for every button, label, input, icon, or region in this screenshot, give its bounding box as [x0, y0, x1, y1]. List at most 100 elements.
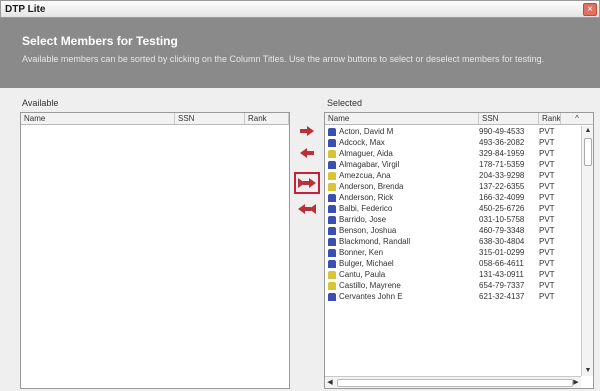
- member-name: Balbi, Federico: [339, 204, 393, 213]
- member-icon: [328, 149, 336, 158]
- member-rank: PVT: [539, 182, 555, 191]
- member-icon: [328, 248, 336, 257]
- available-col-rank[interactable]: Rank: [245, 113, 289, 124]
- arrow-right-icon: [300, 126, 314, 136]
- member-icon: [328, 193, 336, 202]
- selected-col-name[interactable]: Name: [325, 113, 479, 124]
- member-name: Acton, David M: [339, 127, 394, 136]
- table-row[interactable]: Benson, Joshua 460-79-3348 PVT: [325, 225, 581, 236]
- member-icon: [328, 226, 336, 235]
- scroll-thumb[interactable]: [584, 138, 592, 166]
- add-all-button[interactable]: [294, 172, 320, 194]
- remove-all-button[interactable]: [294, 198, 320, 220]
- member-name: Anderson, Brenda: [339, 182, 404, 191]
- table-row[interactable]: Adcock, Max 493-36-2082 PVT: [325, 137, 581, 148]
- member-name: Castillo, Mayrene: [339, 281, 401, 290]
- member-icon: [328, 270, 336, 279]
- member-ssn: 450-25-6726: [479, 204, 525, 213]
- member-name: Cantu, Paula: [339, 270, 386, 279]
- member-ssn: 329-84-1959: [479, 149, 525, 158]
- title-bar: DTP Lite ×: [0, 0, 600, 18]
- table-row[interactable]: Castillo, Mayrene 654-79-7337 PVT: [325, 280, 581, 291]
- table-row[interactable]: Anderson, Rick 166-32-4099 PVT: [325, 192, 581, 203]
- member-selection-area: Available Name SSN Rank Selected Name SS…: [0, 88, 600, 391]
- table-row[interactable]: Cervantes John E 621-32-4137 PVT: [325, 291, 581, 302]
- member-rank: PVT: [539, 204, 555, 213]
- member-rank: PVT: [539, 226, 555, 235]
- member-rank: PVT: [539, 127, 555, 136]
- member-rank: PVT: [539, 149, 555, 158]
- member-icon: [328, 182, 336, 191]
- table-row[interactable]: Bulger, Michael 058-66-4611 PVT: [325, 258, 581, 269]
- add-one-button[interactable]: [294, 120, 320, 142]
- selected-col-ssn[interactable]: SSN: [479, 113, 539, 124]
- column-scroll-up-icon[interactable]: ^: [561, 113, 593, 124]
- scroll-down-arrow-icon[interactable]: ▼: [583, 366, 593, 376]
- available-col-ssn[interactable]: SSN: [175, 113, 245, 124]
- table-row[interactable]: Bonner, Ken 315-01-0299 PVT: [325, 247, 581, 258]
- member-name: Anderson, Rick: [339, 193, 394, 202]
- remove-one-button[interactable]: [294, 142, 320, 164]
- member-name: Adcock, Max: [339, 138, 385, 147]
- member-ssn: 638-30-4804: [479, 237, 525, 246]
- member-rank: PVT: [539, 259, 555, 268]
- selected-column-header: Name SSN Rank ^: [325, 113, 593, 125]
- member-name: Almaguer, Aida: [339, 149, 393, 158]
- member-name: Benson, Joshua: [339, 226, 397, 235]
- member-name: Blackmond, Randall: [339, 237, 411, 246]
- table-row[interactable]: Blackmond, Randall 638-30-4804 PVT: [325, 236, 581, 247]
- table-row[interactable]: Cantu, Paula 131-43-0911 PVT: [325, 269, 581, 280]
- member-icon: [328, 281, 336, 290]
- available-list[interactable]: Name SSN Rank: [20, 112, 290, 389]
- selected-list[interactable]: Name SSN Rank ^ Acton, David M 990-49-453…: [324, 112, 594, 389]
- member-ssn: 137-22-6355: [479, 182, 525, 191]
- member-icon: [328, 215, 336, 224]
- selected-vertical-scrollbar[interactable]: ▲ ▼: [581, 126, 593, 376]
- member-name: Cervantes John E: [339, 292, 403, 301]
- table-row[interactable]: Almaguer, Aida 329-84-1959 PVT: [325, 148, 581, 159]
- member-rank: PVT: [539, 237, 555, 246]
- page-description: Available members can be sorted by click…: [22, 54, 545, 64]
- member-rank: PVT: [539, 270, 555, 279]
- table-row[interactable]: Balbi, Federico 450-25-6726 PVT: [325, 203, 581, 214]
- selected-rows: Acton, David M 990-49-4533 PVT Adcock, Max 4…: [325, 126, 581, 376]
- table-row[interactable]: Barrido, Jose 031-10-5758 PVT: [325, 214, 581, 225]
- member-ssn: 031-10-5758: [479, 215, 525, 224]
- member-icon: [328, 237, 336, 246]
- window-title: DTP Lite: [5, 4, 46, 15]
- horizontal-scroll-thumb[interactable]: [337, 379, 573, 387]
- selected-col-rank[interactable]: Rank: [539, 113, 561, 124]
- instructions-header: Select Members for Testing Available mem…: [0, 18, 600, 88]
- member-ssn: 460-79-3348: [479, 226, 525, 235]
- member-name: Almagabar, Virgil: [339, 160, 400, 169]
- member-ssn: 178-71-5359: [479, 160, 525, 169]
- page-heading: Select Members for Testing: [22, 34, 178, 48]
- table-row[interactable]: Amezcua, Ana 204-33-9298 PVT: [325, 170, 581, 181]
- scroll-right-arrow-icon[interactable]: ▶: [571, 377, 581, 388]
- table-row[interactable]: Acton, David M 990-49-4533 PVT: [325, 126, 581, 137]
- close-button[interactable]: ×: [583, 3, 597, 16]
- member-name: Amezcua, Ana: [339, 171, 391, 180]
- member-name: Bulger, Michael: [339, 259, 394, 268]
- member-ssn: 166-32-4099: [479, 193, 525, 202]
- selected-label: Selected: [327, 98, 363, 108]
- member-icon: [328, 204, 336, 213]
- member-icon: [328, 127, 336, 136]
- double-arrow-right-icon: [298, 178, 316, 188]
- member-rank: PVT: [539, 281, 555, 290]
- available-column-header: Name SSN Rank: [21, 113, 289, 125]
- table-row[interactable]: Almagabar, Virgil 178-71-5359 PVT: [325, 159, 581, 170]
- member-name: Bonner, Ken: [339, 248, 384, 257]
- scroll-up-arrow-icon[interactable]: ▲: [583, 126, 593, 136]
- scroll-left-arrow-icon[interactable]: ◀: [325, 377, 335, 388]
- double-arrow-left-icon: [298, 204, 316, 214]
- member-icon: [328, 171, 336, 180]
- member-ssn: 654-79-7337: [479, 281, 525, 290]
- available-col-name[interactable]: Name: [21, 113, 175, 124]
- member-rank: PVT: [539, 292, 555, 301]
- table-row[interactable]: Anderson, Brenda 137-22-6355 PVT: [325, 181, 581, 192]
- member-ssn: 315-01-0299: [479, 248, 525, 257]
- available-rows: [21, 126, 277, 376]
- selected-horizontal-scrollbar[interactable]: ◀ ▶: [325, 376, 581, 388]
- member-ssn: 204-33-9298: [479, 171, 525, 180]
